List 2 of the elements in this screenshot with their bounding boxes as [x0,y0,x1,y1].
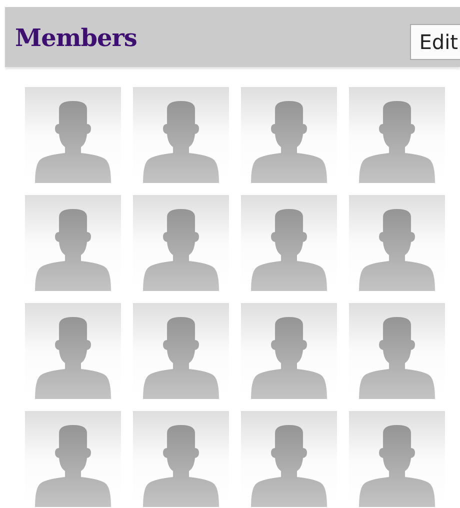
panel-title: Members [15,22,137,52]
edit-button[interactable]: Edit [410,24,460,60]
